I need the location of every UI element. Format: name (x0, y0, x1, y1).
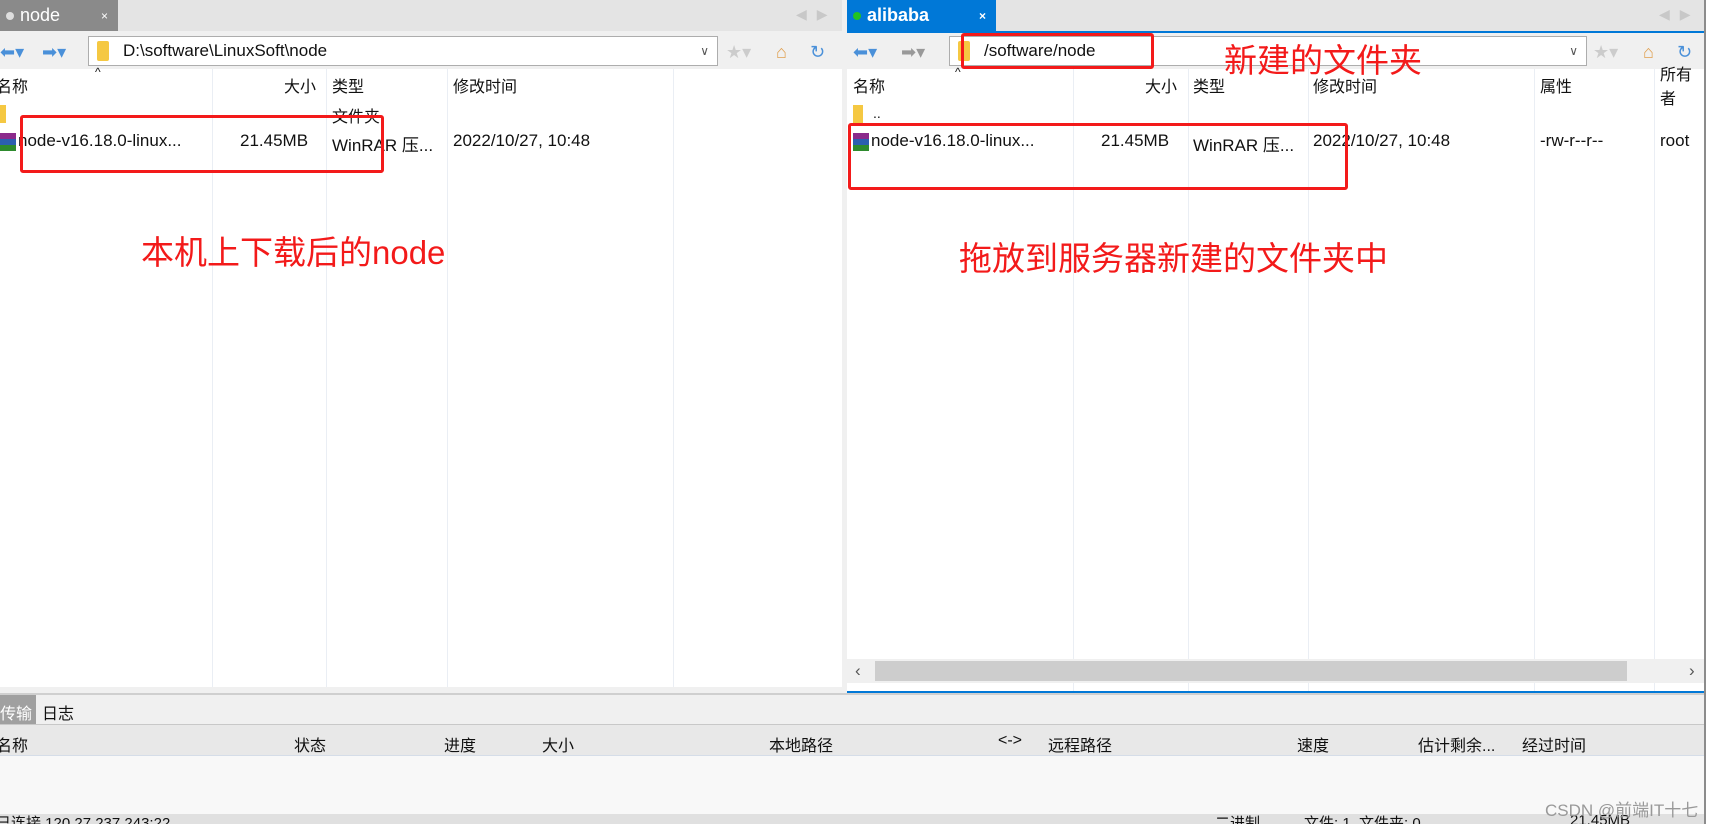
file-counts: 文件: 1, 文件夹: 0 (1304, 815, 1421, 824)
forward-icon[interactable]: ➡▾ (42, 42, 66, 63)
col-local-path[interactable]: 本地路径 (769, 732, 833, 756)
left-tabbar: node × ◀▶ (0, 0, 842, 31)
col-name[interactable]: 名称 (0, 732, 28, 756)
tab-dot-icon (6, 11, 14, 20)
col-type[interactable]: 类型 (332, 69, 364, 101)
home-folder-icon[interactable]: ⌂ (1643, 42, 1654, 63)
chevron-down-icon[interactable]: ∨ (1569, 44, 1578, 58)
scroll-left-icon[interactable]: ‹ (855, 661, 861, 681)
col-direction[interactable]: <-> (998, 732, 1022, 750)
bookmark-star-icon[interactable]: ★▾ (726, 42, 751, 63)
annotation-remote: 拖放到服务器新建的文件夹中 (959, 240, 1388, 277)
bookmark-star-icon[interactable]: ★▾ (1593, 42, 1618, 63)
address-text: D:\software\LinuxSoft\node (123, 41, 328, 60)
col-name[interactable]: 名称 (0, 69, 28, 101)
back-icon[interactable]: ⬅▾ (853, 42, 877, 63)
col-owner[interactable]: 所有者 (1660, 67, 1704, 108)
tab-scroll-arrows-icon[interactable]: ◀▶ (796, 6, 838, 23)
col-size[interactable]: 大小 (284, 69, 316, 101)
tab-title: node (20, 5, 61, 25)
local-address-input[interactable]: D:\software\LinuxSoft\node ∨ (88, 36, 718, 66)
transfer-column-headers: 名称 状态 进度 大小 本地路径 <-> 远程路径 速度 估计剩余... 经过时… (0, 724, 1704, 756)
transfer-list[interactable] (0, 756, 1704, 814)
refresh-icon[interactable]: ↻ (810, 42, 825, 63)
col-name[interactable]: 名称 (853, 69, 885, 101)
folder-icon (853, 105, 863, 123)
watermark: CSDN @前端IT十七 (1545, 801, 1699, 820)
tab-remote-alibaba[interactable]: alibaba × (847, 0, 996, 31)
back-icon[interactable]: ⬅▾ (0, 42, 24, 63)
right-tabbar: alibaba × ◀▶ (847, 0, 1704, 31)
tab-title: alibaba (867, 5, 930, 25)
chevron-down-icon[interactable]: ∨ (700, 44, 709, 58)
tab-transfers[interactable]: 传输 (0, 695, 36, 724)
scrollbar-thumb[interactable] (875, 661, 1627, 681)
annotation-box-local (20, 115, 384, 173)
col-modified[interactable]: 修改时间 (453, 69, 517, 101)
transfer-mode: 二进制 (1215, 815, 1261, 824)
sort-ascending-icon: ^ (955, 65, 961, 79)
annotation-local: 本机上下载后的node (141, 234, 446, 271)
col-status[interactable]: 状态 (294, 732, 326, 756)
sftp-client-window: node × ◀▶ ⬅▾ ➡▾ D:\software\LinuxSoft\no… (0, 0, 1706, 824)
col-permissions[interactable]: 属性 (1540, 69, 1572, 101)
pane-splitter[interactable] (842, 31, 847, 693)
file-permissions: -rw-r--r-- (1540, 131, 1604, 150)
close-tab-icon[interactable]: × (979, 9, 986, 23)
left-toolbar: ⬅▾ ➡▾ D:\software\LinuxSoft\node ∨ ★▾ ⌂ … (0, 33, 842, 69)
col-type[interactable]: 类型 (1193, 69, 1225, 101)
sort-ascending-icon: ^ (95, 65, 101, 79)
tab-scroll-arrows-icon[interactable]: ◀▶ (1659, 6, 1701, 23)
winrar-archive-icon (0, 132, 16, 151)
horizontal-scrollbar[interactable]: ‹ › (847, 659, 1704, 683)
scroll-right-icon[interactable]: › (1689, 661, 1695, 681)
forward-icon[interactable]: ➡▾ (901, 42, 925, 63)
folder-icon (0, 105, 6, 123)
connection-status: 已连接 120.27.237.243:22 (0, 815, 171, 824)
home-folder-icon[interactable]: ⌂ (776, 42, 787, 63)
refresh-icon[interactable]: ↻ (1677, 42, 1692, 63)
tab-local-node[interactable]: node × (0, 0, 118, 31)
file-name: .. (873, 105, 881, 121)
col-speed[interactable]: 速度 (1297, 732, 1329, 756)
folder-icon (97, 41, 109, 61)
file-owner: root (1660, 131, 1690, 150)
connected-dot-icon (853, 11, 861, 20)
annotation-box-remote (848, 123, 1348, 190)
tab-log[interactable]: 日志 (42, 700, 74, 724)
status-bar: 已连接 120.27.237.243:22 二进制 文件: 1, 文件夹: 0 … (0, 812, 1704, 824)
annotation-box-address (961, 33, 1154, 69)
annotation-folder: 新建的文件夹 (1224, 42, 1422, 79)
col-remaining[interactable]: 估计剩余... (1418, 732, 1495, 756)
close-tab-icon[interactable]: × (101, 9, 108, 23)
col-remote-path[interactable]: 远程路径 (1048, 732, 1112, 756)
col-size[interactable]: 大小 (542, 732, 574, 756)
col-size[interactable]: 大小 (1145, 69, 1177, 101)
file-modified: 2022/10/27, 10:48 (453, 131, 591, 150)
col-elapsed[interactable]: 经过时间 (1522, 732, 1586, 756)
transfer-tabs: 传输 日志 (0, 693, 1704, 724)
col-progress[interactable]: 进度 (444, 732, 476, 756)
